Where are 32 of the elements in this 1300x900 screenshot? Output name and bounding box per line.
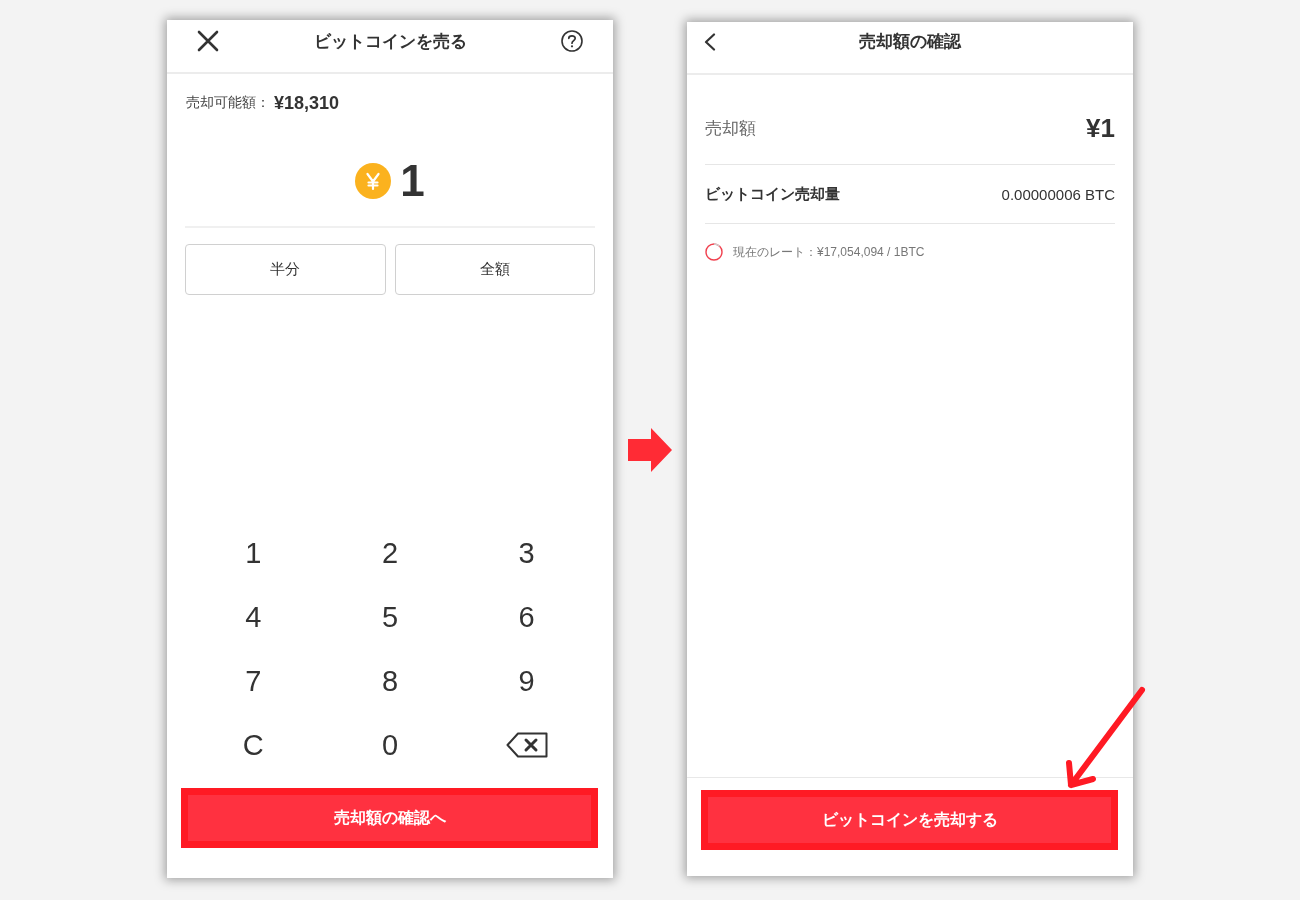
quick-amount-button[interactable]: 全額 [394, 244, 595, 295]
keypad-key[interactable]: 8 [381, 666, 399, 696]
quick-amount-button[interactable]: 半分 [185, 244, 386, 295]
sell-button[interactable]: ビットコインを売却する [701, 790, 1118, 850]
backspace-icon[interactable] [505, 732, 548, 758]
keypad-key[interactable]: 2 [381, 538, 399, 568]
timer-ring-icon [705, 243, 723, 261]
keypad-key[interactable]: 7 [245, 666, 262, 696]
row-value: 0.00000006 BTC [1001, 185, 1115, 203]
available-label: 売却可能額： [186, 94, 270, 112]
row-label: 売却額 [705, 118, 756, 140]
keypad-key[interactable]: 6 [518, 602, 535, 632]
screen-title: 売却額の確認 [859, 31, 961, 53]
close-icon[interactable] [197, 30, 219, 52]
screen-title: ビットコインを売る [313, 30, 467, 53]
keypad-key[interactable]: 5 [381, 602, 399, 632]
keypad-key[interactable]: 1 [245, 538, 262, 568]
amount-value: 1 [400, 159, 425, 203]
help-icon[interactable] [561, 30, 583, 52]
available-amount: ¥18,310 [274, 92, 340, 114]
keypad-key[interactable]: 4 [245, 602, 262, 632]
row-label: ビットコイン売却量 [705, 184, 840, 204]
row-value: ¥1 [1086, 113, 1115, 144]
confirm-amount-button[interactable]: 売却額の確認へ [181, 788, 598, 848]
keypad-key[interactable]: C [242, 730, 264, 760]
keypad-key[interactable]: 9 [518, 666, 535, 696]
rate-text: 現在のレート：¥17,054,094 / 1BTC [733, 243, 925, 261]
keypad-key[interactable]: 3 [518, 538, 535, 568]
back-icon[interactable] [703, 32, 716, 51]
right-arrow-icon [628, 428, 672, 472]
yen-coin-icon [355, 163, 392, 199]
keypad-key[interactable]: 0 [381, 730, 399, 760]
